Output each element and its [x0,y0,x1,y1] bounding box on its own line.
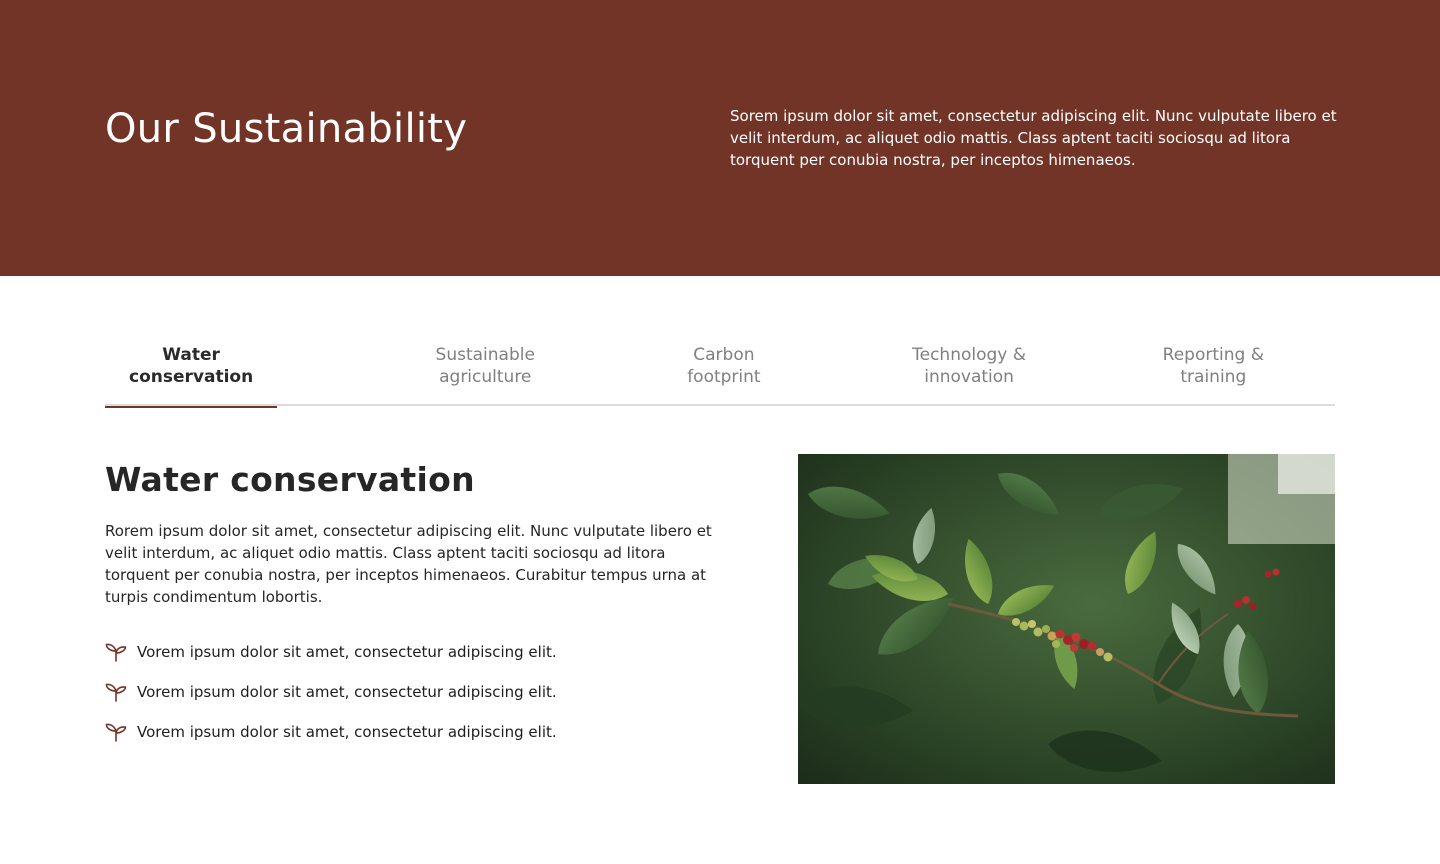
section-body: Rorem ipsum dolor sit amet, consectetur … [105,522,712,606]
bullet-text: Vorem ipsum dolor sit amet, consectetur … [137,683,557,701]
bullet-text: Vorem ipsum dolor sit amet, consectetur … [137,643,557,661]
list-item: Vorem ipsum dolor sit amet, consectetur … [105,680,557,704]
sprout-icon [105,723,127,742]
tab-label: Reporting & training [1162,345,1264,387]
tab-water-conservation[interactable]: Water conservation [105,330,278,408]
tab-label: Sustainable agriculture [435,345,535,387]
hero-description: Sorem ipsum dolor sit amet, consectetur … [730,107,1337,169]
list-item: Vorem ipsum dolor sit amet, consectetur … [105,720,557,744]
sprout-icon [105,643,127,662]
list-item: Vorem ipsum dolor sit amet, consectetur … [105,640,557,664]
bullet-text: Vorem ipsum dolor sit amet, consectetur … [137,723,557,741]
tab-label: Carbon footprint [687,345,761,387]
coffee-plant-image [798,454,1335,784]
page-title: Our Sustainability [105,106,468,152]
tab-label: Technology & innovation [912,345,1027,387]
tab-carbon-footprint[interactable]: Carbon footprint [601,330,846,406]
sprout-icon [105,683,127,702]
tab-bar: Water conservation Sustainable agricultu… [105,330,1335,408]
hero-banner: Our Sustainability Sorem ipsum dolor sit… [0,0,1440,276]
section-title: Water conservation [105,460,475,499]
tab-technology-innovation[interactable]: Technology & innovation [846,330,1091,406]
coffee-plant-photo [798,454,1335,784]
tab-reporting-training[interactable]: Reporting & training [1092,330,1335,406]
tab-label: Water conservation [129,345,254,387]
bullet-list: Vorem ipsum dolor sit amet, consectetur … [105,640,557,760]
tab-sustainable-agriculture[interactable]: Sustainable agriculture [339,330,601,406]
